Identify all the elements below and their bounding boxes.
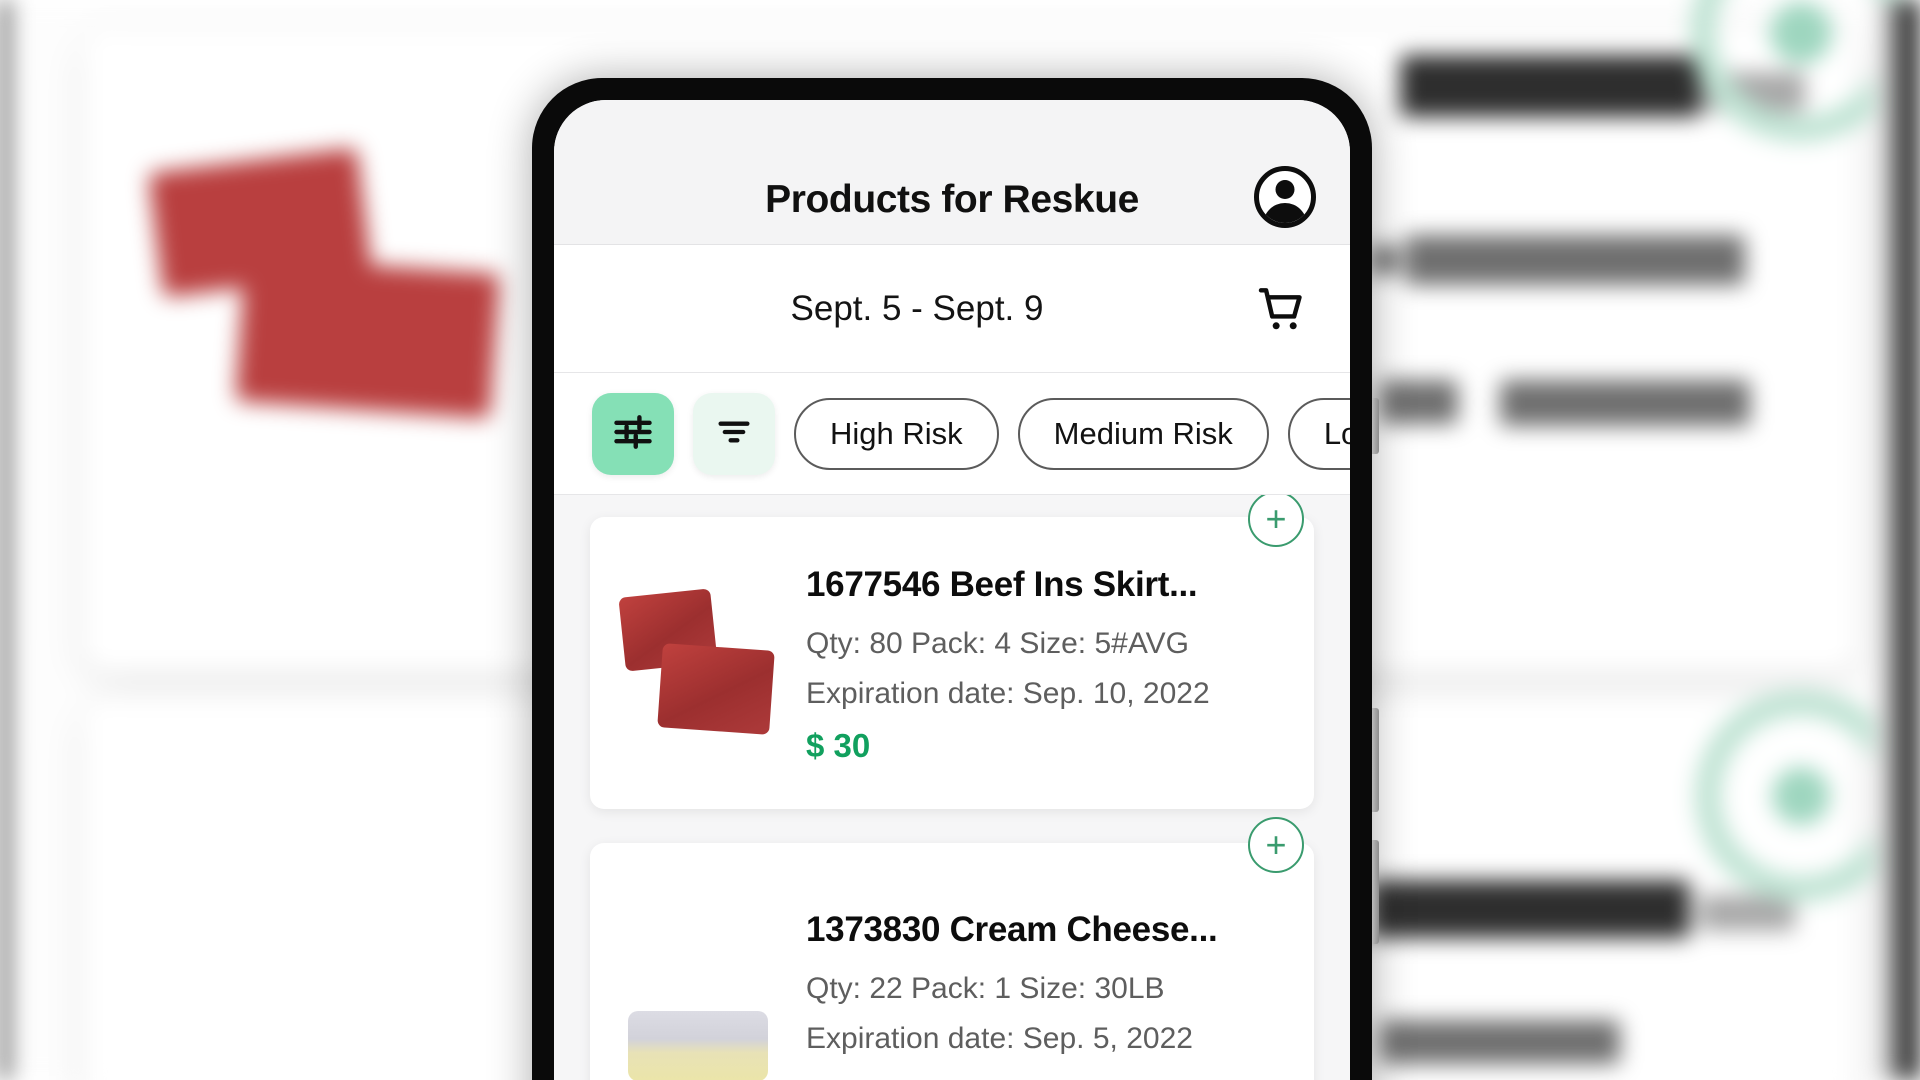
account-circle-icon[interactable] [1254, 166, 1316, 228]
shopping-cart-icon[interactable] [1254, 281, 1310, 337]
phone-screen: Products for Reskue Sept. 5 - Sept. 9 Hi… [554, 100, 1350, 1080]
filter-toolbar: High Risk Medium Risk Lo [554, 373, 1350, 495]
product-title: 1677546 Beef Ins Skirt... [806, 565, 1198, 604]
sort-filter-button[interactable] [693, 392, 775, 475]
page-title: Products for Reskue [765, 178, 1139, 221]
product-card[interactable]: + 1677546 Beef Ins Skirt... Qty: 80 Pack… [590, 495, 1314, 809]
product-expiration-date: Expiration date: Sep. 5, 2022 [806, 1022, 1193, 1055]
phone-mockup: Products for Reskue Sept. 5 - Sept. 9 Hi… [522, 68, 1382, 1080]
add-to-cart-button[interactable]: + [1248, 817, 1304, 873]
chip-medium-risk[interactable]: Medium Risk [1017, 397, 1269, 470]
phone-side-button-volume-up[interactable] [1372, 708, 1379, 812]
product-price: $ 30 [806, 727, 871, 764]
filter-list-icon [714, 412, 754, 455]
product-list[interactable]: + 1677546 Beef Ins Skirt... Qty: 80 Pack… [554, 495, 1350, 1080]
product-thumbnail [616, 901, 796, 1080]
tune-sliders-icon [611, 410, 655, 457]
chip-high-risk[interactable]: High Risk [794, 397, 999, 470]
tune-filter-button[interactable] [592, 392, 674, 475]
product-card[interactable]: + 1373830 Cream Cheese... Qty: 22 Pack: … [590, 817, 1314, 1080]
product-info: 1373830 Cream Cheese... Qty: 22 Pack: 1 … [796, 910, 1288, 1072]
date-range-label[interactable]: Sept. 5 - Sept. 9 [554, 289, 1350, 329]
phone-side-button-volume-down[interactable] [1372, 840, 1379, 944]
app-header: Products for Reskue [554, 100, 1350, 245]
chip-low-risk[interactable]: Lo [1287, 397, 1350, 470]
product-thumbnail [616, 575, 796, 755]
product-expiration-date: Expiration date: Sep. 10, 2022 [806, 677, 1210, 710]
product-info: 1677546 Beef Ins Skirt... Qty: 80 Pack: … [796, 565, 1288, 765]
product-title: 1373830 Cream Cheese... [806, 910, 1218, 949]
date-range-bar: Sept. 5 - Sept. 9 [554, 245, 1350, 373]
phone-side-button-mute[interactable] [1372, 398, 1379, 454]
product-qty-pack-size: Qty: 22 Pack: 1 Size: 30LB [806, 972, 1165, 1005]
add-to-cart-button[interactable]: + [1248, 495, 1304, 547]
product-qty-pack-size: Qty: 80 Pack: 4 Size: 5#AVG [806, 627, 1189, 660]
screenshot-stage: Products for Reskue Sept. 5 - Sept. 9 Hi… [0, 0, 1920, 1080]
